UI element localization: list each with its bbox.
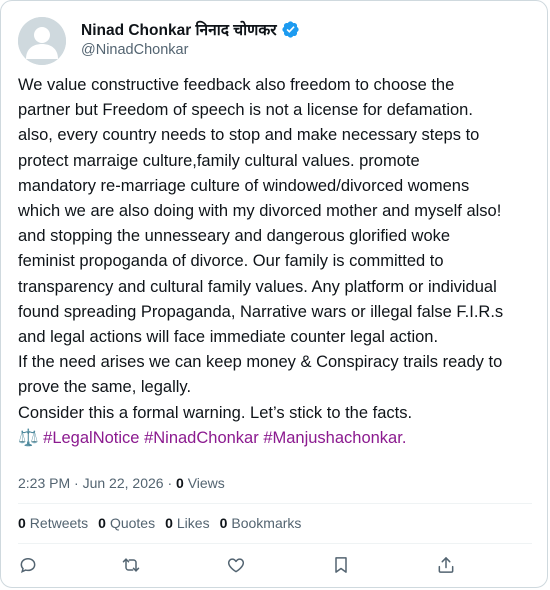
avatar[interactable]: [18, 17, 66, 65]
retweets-count: 0: [18, 515, 26, 531]
hashtag-legalnotice[interactable]: #LegalNotice: [43, 429, 139, 447]
tweet-line: partner but Freedom of speech is not a l…: [18, 101, 473, 120]
author-display-name[interactable]: Ninad Chonkar निनाद चोणकर: [81, 18, 277, 40]
tweet-line: mandatory re-marriage culture of windowe…: [18, 176, 470, 195]
divider: [18, 543, 532, 544]
retweets-stat[interactable]: 0 Retweets: [18, 515, 88, 531]
meta-separator: ·: [167, 475, 173, 491]
tweet-line: Consider this a formal warning. Let’s st…: [18, 403, 413, 422]
views-count: 0: [176, 475, 184, 491]
tweet-line: protect marraige culture,family cultural…: [18, 151, 420, 170]
reply-icon: [20, 557, 36, 574]
likes-stat[interactable]: 0 Likes: [165, 515, 209, 531]
tweet-date[interactable]: Jun 22, 2026: [83, 475, 164, 491]
retweets-label: Retweets: [29, 515, 89, 531]
hashtag-line: ⚖️ #LegalNotice #NinadChonkar #Manjushac…: [18, 426, 538, 451]
tweet-line: and stopping the unnesseary and dangerou…: [18, 227, 451, 246]
scales-emoji: ⚖️: [18, 428, 39, 447]
share-button[interactable]: [436, 555, 456, 575]
tweet-line: and legal actions will face immediate co…: [18, 328, 439, 347]
tweet-time[interactable]: 2:23 PM: [18, 475, 70, 491]
tweet-line: which we are also doing with my divorced…: [18, 202, 502, 221]
tweet-meta: 2:23 PM · Jun 22, 2026 · 0 Views: [18, 475, 225, 491]
hashtag-ninadchonkar[interactable]: #NinadChonkar: [144, 429, 259, 447]
views-label: Views: [187, 475, 225, 491]
likes-label: Likes: [176, 515, 210, 531]
tweet-line: found spreading Propaganda, Narrative wa…: [18, 302, 504, 321]
tweet-card: Ninad Chonkar निनाद चोणकर @NinadChonkar …: [0, 0, 548, 588]
retweet-button[interactable]: [121, 555, 141, 575]
action-bar: [11, 551, 541, 579]
likes-count: 0: [165, 515, 173, 531]
quotes-count: 0: [98, 515, 106, 531]
engagement-stats: 0 Retweets 0 Quotes 0 Likes 0 Bookmarks: [18, 515, 301, 531]
share-icon: [438, 557, 454, 573]
tweet-line: If the need arises we can keep money & C…: [18, 353, 503, 372]
quotes-label: Quotes: [109, 515, 156, 531]
tweet-header: Ninad Chonkar निनाद चोणकर @NinadChonkar: [18, 17, 538, 67]
meta-separator: ·: [74, 475, 79, 491]
tweet-line: We value constructive feedback also free…: [18, 76, 455, 94]
like-button[interactable]: [226, 555, 246, 575]
tweet-text: We value constructive feedback also free…: [18, 73, 538, 451]
author-handle[interactable]: @NinadChonkar: [81, 42, 300, 58]
divider: [18, 503, 532, 504]
author-names: Ninad Chonkar निनाद चोणकर @NinadChonkar: [81, 19, 300, 58]
reply-button[interactable]: [18, 555, 38, 575]
bookmark-button[interactable]: [331, 555, 351, 575]
tweet-line: feminist propoganda of divorce. Our fami…: [18, 252, 444, 271]
bookmarks-label: Bookmarks: [231, 515, 302, 531]
hashtag-manjushachonkar[interactable]: #Manjushachonkar.: [263, 429, 406, 447]
tweet-line: transparency and cultural family values.…: [18, 277, 497, 296]
retweet-icon: [122, 558, 140, 572]
bookmark-icon: [335, 557, 347, 573]
tweet-line: prove the same, legally.: [18, 378, 192, 397]
bookmarks-stat[interactable]: 0 Bookmarks: [220, 515, 302, 531]
quotes-stat[interactable]: 0 Quotes: [98, 515, 155, 531]
verified-badge-icon: [282, 20, 299, 38]
tweet-line: also, every country needs to stop and ma…: [18, 126, 480, 145]
bookmarks-count: 0: [219, 515, 228, 531]
default-avatar-icon: [18, 17, 66, 65]
like-icon: [227, 558, 245, 573]
